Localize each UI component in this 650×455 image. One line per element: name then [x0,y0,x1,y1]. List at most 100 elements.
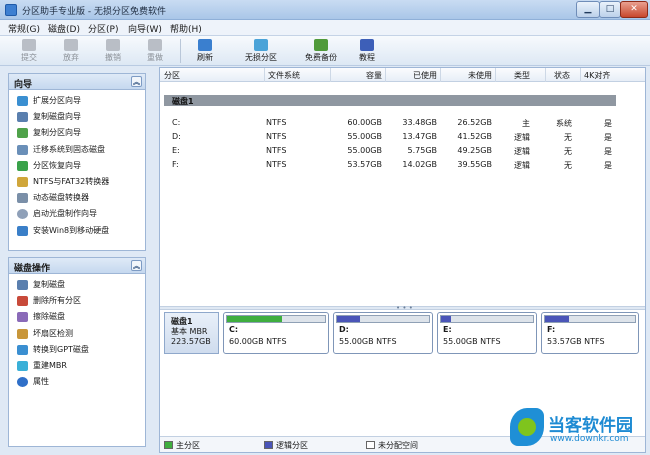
app-icon [5,4,17,16]
table-row[interactable]: E: NTFS 55.00GB 5.75GB 49.25GB 逻辑 无 是 [160,144,645,158]
col-partition[interactable]: 分区 [164,70,180,81]
usage-bar [544,315,636,323]
menu-disk[interactable]: 磁盘(D) [48,22,80,35]
copy-partition-icon [17,128,28,139]
disk-op-convert-gpt[interactable]: 转换到GPT磁盘 [9,342,145,358]
wizard-item-copy-partition[interactable]: 复制分区向导 [9,125,145,141]
col-type[interactable]: 类型 [514,70,530,81]
usage-fill [545,316,569,322]
col-capacity[interactable]: 容量 [332,70,382,81]
legend-primary-label: 主分区 [176,441,200,450]
window-title: 分区助手专业版 - 无损分区免费软件 [22,7,166,17]
disk-size: 223.57GB [171,337,211,346]
backup-icon [314,39,328,51]
usage-bar [440,315,534,323]
disk-ops-title: 磁盘操作 [14,264,51,274]
wizard-item-boot-cd[interactable]: 启动光盘制作向导 [9,206,145,222]
wizard-box: 向导 ︽ 扩展分区向导 复制磁盘向导 复制分区向导 迁移系统到固态磁盘 分区恢复… [8,73,146,251]
disk-op-bad-sector[interactable]: 坏扇区检测 [9,326,145,342]
partition-block-e[interactable]: E: 55.00GB NTFS [437,312,537,354]
ssd-icon [17,144,28,155]
menu-partition[interactable]: 分区(P) [88,22,118,35]
table-row[interactable]: D: NTFS 55.00GB 13.47GB 41.52GB 逻辑 无 是 [160,130,645,144]
wizard-item-ntfs-fat32[interactable]: NTFS与FAT32转换器 [9,174,145,190]
wizard-item-dynamic-disk[interactable]: 动态磁盘转换器 [9,190,145,206]
disk-op-copy[interactable]: 复制磁盘 [9,277,145,293]
table-row[interactable]: F: NTFS 53.57GB 14.02GB 39.55GB 逻辑 无 是 [160,158,645,172]
menu-wizard[interactable]: 向导(W) [128,22,162,35]
menu-help[interactable]: 帮助(H) [170,22,202,35]
col-status[interactable]: 状态 [554,70,570,81]
disk-op-rebuild-mbr[interactable]: 重建MBR [9,358,145,374]
wizard-item-win8-usb[interactable]: 安装Win8到移动硬盘 [9,223,145,239]
usage-bar [226,315,326,323]
toolbar: 提交 放弃 撤销 重做 刷新 无损分区 免费备份 教程 [0,36,650,66]
redo-button[interactable]: 重做 [140,36,170,66]
wizard-item-copy-disk[interactable]: 复制磁盘向导 [9,109,145,125]
undo-label: 撤销 [105,53,121,62]
tutorial-button[interactable]: 教程 [352,36,382,66]
col-free[interactable]: 未使用 [442,70,492,81]
commit-button[interactable]: 提交 [14,36,44,66]
recovery-icon [17,160,28,171]
watermark-logo-accent [518,418,536,436]
redo-icon [148,39,162,51]
disk-op-properties[interactable]: 属性 [9,374,145,390]
refresh-button[interactable]: 刷新 [190,36,220,66]
legend-primary-swatch [164,441,173,449]
copy-disk-icon [17,112,28,123]
disk-op-delete-all[interactable]: 删除所有分区 [9,293,145,309]
refresh-label: 刷新 [197,53,213,62]
wizard-header[interactable]: 向导 ︽ [9,74,145,90]
menu-general[interactable]: 常规(G) [8,22,40,35]
wizard-item-recovery[interactable]: 分区恢复向导 [9,158,145,174]
lossless-partition-button[interactable]: 无损分区 [238,36,284,66]
gpt-icon [17,344,28,355]
partition-block-f[interactable]: F: 53.57GB NTFS [541,312,639,354]
disk-info-card[interactable]: 磁盘1 基本 MBR 223.57GB [164,312,219,354]
maximize-button[interactable]: □ [599,1,621,18]
wizard-item-migrate-ssd[interactable]: 迁移系统到固态磁盘 [9,142,145,158]
extend-icon [17,96,28,106]
left-panel: 向导 ︽ 扩展分区向导 复制磁盘向导 复制分区向导 迁移系统到固态磁盘 分区恢复… [8,70,146,450]
disk-kind: 基本 MBR [171,327,208,336]
windows-icon [17,225,28,236]
usage-fill [227,316,282,322]
table-row[interactable]: C: NTFS 60.00GB 33.48GB 26.52GB 主 系统 是 [160,116,645,130]
legend-unallocated-swatch [366,441,375,449]
disk-ops-box: 磁盘操作 ︽ 复制磁盘 删除所有分区 擦除磁盘 坏扇区检测 转换到GPT磁盘 重… [8,257,146,447]
toolbar-separator [180,39,181,63]
col-4k-align[interactable]: 4K对齐 [584,70,610,81]
undo-icon [106,39,120,51]
partition-block-c[interactable]: C: 60.00GB NTFS [223,312,329,354]
disk-op-wipe[interactable]: 擦除磁盘 [9,309,145,325]
wizard-item-extend[interactable]: 扩展分区向导 [9,93,145,109]
free-backup-button[interactable]: 免费备份 [298,36,344,66]
refresh-icon [198,39,212,51]
undo-button[interactable]: 撤销 [98,36,128,66]
discard-label: 放弃 [63,53,79,62]
collapse-icon[interactable]: ︽ [131,76,142,87]
col-filesystem[interactable]: 文件系统 [268,70,300,81]
close-button[interactable]: ✕ [620,1,648,18]
dynamic-disk-icon [17,193,28,204]
disk-name: 磁盘1 [171,317,193,326]
col-used[interactable]: 已使用 [387,70,437,81]
disk-ops-header[interactable]: 磁盘操作 ︽ [9,258,145,274]
disk-group-header[interactable]: 磁盘1 [164,95,616,106]
redo-label: 重做 [147,53,163,62]
check-icon [22,39,36,51]
discard-icon [64,39,78,51]
collapse-icon[interactable]: ︽ [131,260,142,271]
cd-icon [17,209,28,220]
partition-block-d[interactable]: D: 55.00GB NTFS [333,312,433,354]
watermark-url: www.downkr.com [550,434,629,444]
minimize-button[interactable]: ▁ [576,1,600,18]
discard-button[interactable]: 放弃 [56,36,86,66]
usage-bar [336,315,430,323]
convert-icon [17,176,28,187]
lossless-label: 无损分区 [245,53,277,62]
panel-splitter[interactable]: • • • [160,304,645,312]
legend-logical-swatch [264,441,273,449]
legend-logical-label: 逻辑分区 [276,441,308,450]
